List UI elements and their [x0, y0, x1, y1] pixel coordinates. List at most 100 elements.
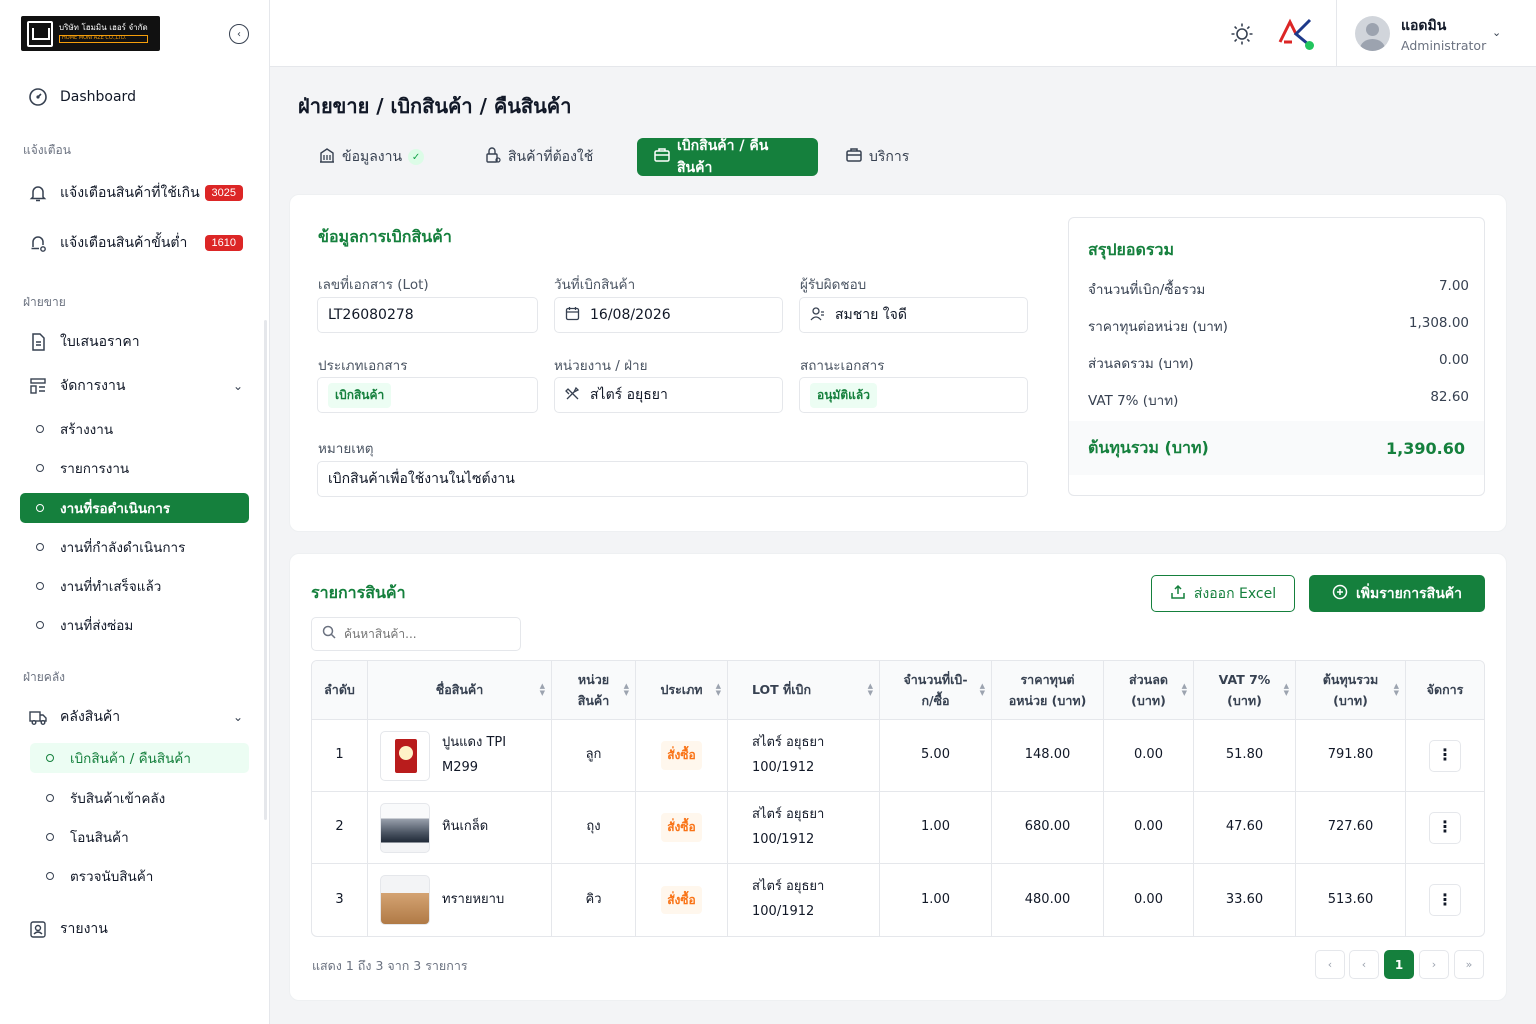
note-field[interactable]: เบิกสินค้าเพื่อใช้งานในไซต์งาน: [317, 461, 1028, 497]
sidebar-item-alert-min[interactable]: แจ้งเตือนสินค้าขั้นต่ำ 1610: [20, 227, 249, 259]
section-sales: ฝ่ายขาย: [23, 295, 66, 309]
sidebar-item-report[interactable]: รายงาน: [20, 913, 249, 945]
kebab-icon[interactable]: ⋮: [1429, 811, 1461, 844]
column-header[interactable]: VAT 7% (บาท) ▲ ▼: [1194, 661, 1296, 719]
sidebar-subitem-pending-jobs[interactable]: งานที่รอดำเนินการ: [20, 493, 249, 523]
sidebar-item-label: คลังสินค้า: [60, 709, 121, 725]
cell-actions: ⋮: [1406, 720, 1484, 791]
column-header[interactable]: ส่วนลด (บาท) ▲ ▼: [1104, 661, 1194, 719]
tab-label: บริการ: [869, 149, 910, 165]
field-value: 16/08/2026: [590, 307, 671, 323]
tab-job-info[interactable]: ข้อมูลงาน ✓: [302, 138, 440, 176]
cell-unit: ถุง: [552, 792, 636, 863]
bullet-icon: [36, 504, 44, 512]
product-name: หินเกล็ด: [442, 819, 489, 835]
sidebar-subitem-create-job[interactable]: สร้างงาน: [20, 414, 249, 444]
kebab-icon[interactable]: ⋮: [1429, 739, 1461, 772]
column-header[interactable]: LOT ที่เบิก ▲ ▼: [728, 661, 880, 719]
sidebar-scrollbar[interactable]: [264, 320, 267, 820]
bullet-icon: [46, 754, 54, 762]
cell-no: 1: [312, 720, 368, 791]
sidebar-subitem-repair-jobs[interactable]: งานที่ส่งซ่อม: [20, 610, 249, 640]
sidebar-item-dashboard[interactable]: Dashboard: [20, 81, 249, 113]
table-row[interactable]: 2 หินเกล็ด ถุง สั่งซื้อ สไตร์ อยุธยา 100/…: [312, 792, 1484, 864]
doctype-field[interactable]: เบิกสินค้า: [317, 377, 538, 413]
column-header[interactable]: ลำดับ: [312, 661, 368, 719]
cell-cost: 480.00: [992, 864, 1104, 936]
sidebar-item-manage-jobs[interactable]: จัดการงาน ⌄: [20, 370, 249, 402]
table-header: ลำดับ ชื่อสินค้า ▲ ▼ หน่วย สินค้า ▲ ▼ ประเภท ▲…: [312, 661, 1484, 720]
bullet-icon: [36, 543, 44, 551]
search-box[interactable]: [311, 617, 521, 651]
sidebar-subitem-in-progress-jobs[interactable]: งานที่กำลังดำเนินการ: [20, 532, 249, 562]
cell-product: หินเกล็ด: [368, 792, 552, 863]
chevron-down-icon: ⌄: [232, 710, 243, 724]
sidebar-item-label: Dashboard: [60, 89, 136, 105]
column-header[interactable]: ต้นทุนรวม (บาท) ▲ ▼: [1296, 661, 1406, 719]
tab-required-products[interactable]: สินค้าที่ต้องใช้: [468, 138, 609, 176]
sidebar-subitem-done-jobs[interactable]: งานที่ทำเสร็จแล้ว: [20, 571, 249, 601]
cell-total: 791.80: [1296, 720, 1406, 791]
sidebar-subitem-job-list[interactable]: รายการงาน: [20, 453, 249, 483]
cell-no: 2: [312, 792, 368, 863]
next-page-icon[interactable]: ›: [1419, 950, 1449, 979]
report-icon: [28, 919, 48, 939]
sidebar-subitem-receive[interactable]: รับสินค้าเข้าคลัง: [30, 783, 249, 813]
cell-cost: 148.00: [992, 720, 1104, 791]
owner-field[interactable]: สมชาย ใจดี: [799, 297, 1028, 333]
product-name-line2: M299: [442, 759, 479, 775]
kebab-icon[interactable]: ⋮: [1429, 884, 1461, 916]
field-label: ประเภทเอกสาร: [318, 358, 408, 374]
ak-brand-icon[interactable]: [1278, 18, 1314, 50]
sidebar-subitem-label: งานที่กำลังดำเนินการ: [60, 540, 186, 556]
section-warehouse: ฝ่ายคลัง: [23, 670, 66, 684]
column-header[interactable]: หน่วย สินค้า ▲ ▼: [552, 661, 636, 719]
column-header[interactable]: ชื่อสินค้า ▲ ▼: [368, 661, 552, 719]
dept-field[interactable]: สไตร์ อยุธยา: [554, 377, 783, 413]
user-menu-chevron-icon[interactable]: ⌄: [1492, 26, 1501, 39]
add-item-button[interactable]: เพิ่มรายการสินค้า: [1309, 575, 1485, 612]
field-label: วันที่เบิกสินค้า: [554, 277, 636, 293]
avatar[interactable]: [1355, 16, 1390, 51]
sun-icon[interactable]: [1230, 22, 1254, 46]
table-row[interactable]: 3 ทรายหยาบ คิว สั่งซื้อ สไตร์ อยุธยา 100/…: [312, 864, 1484, 936]
sort-icon[interactable]: ▲ ▼: [1284, 683, 1289, 697]
cell-vat: 33.60: [1194, 864, 1296, 936]
export-excel-button[interactable]: ส่งออก Excel: [1151, 575, 1295, 612]
tab-withdraw-return[interactable]: เบิกสินค้า / คืนสินค้า: [637, 138, 818, 176]
tab-service[interactable]: บริการ: [829, 138, 925, 176]
bell-settings-icon: [28, 233, 48, 253]
column-header[interactable]: จำนวนที่เบิ- ก/ซื้อ ▲ ▼: [880, 661, 992, 719]
sort-icon[interactable]: ▲ ▼: [540, 683, 545, 697]
collapse-sidebar-icon[interactable]: ‹: [229, 24, 249, 44]
sidebar-item-quotation[interactable]: ใบเสนอราคา: [20, 326, 249, 358]
sort-icon[interactable]: ▲ ▼: [1182, 683, 1187, 697]
sidebar-subitem-withdraw-return[interactable]: เบิกสินค้า / คืนสินค้า: [30, 743, 249, 773]
table-row[interactable]: 1 ปูนแดง TPI M299 ลูก สั่งซื้อ สไตร์ อยุธ…: [312, 720, 1484, 792]
sort-icon[interactable]: ▲ ▼: [624, 683, 629, 697]
status-field[interactable]: อนุมัติแล้ว: [799, 377, 1028, 413]
page-button[interactable]: 1: [1384, 950, 1414, 979]
alert-count-badge: 1610: [204, 235, 243, 251]
lot-field[interactable]: LT26080278: [317, 297, 538, 333]
sort-icon[interactable]: ▲ ▼: [868, 683, 873, 697]
search-input[interactable]: [344, 627, 504, 641]
prev-page-icon[interactable]: ‹: [1349, 950, 1379, 979]
lock-box-icon: [484, 146, 502, 168]
company-logo[interactable]: บริษัท โฮมมิน เฮอร์ จำกัด HOME MONI AZE …: [21, 16, 160, 51]
last-page-icon[interactable]: »: [1454, 950, 1484, 979]
date-field[interactable]: 16/08/2026: [554, 297, 783, 333]
sidebar-subitem-label: ตรวจนับสินค้า: [70, 869, 154, 885]
column-header[interactable]: ราคาทุนต่ อหน่วย (บาท): [992, 661, 1104, 719]
sort-icon[interactable]: ▲ ▼: [1394, 683, 1399, 697]
first-page-icon[interactable]: ‹: [1315, 950, 1345, 979]
sidebar-item-alert-overuse[interactable]: แจ้งเตือนสินค้าที่ใช้เกิน 3025: [20, 177, 249, 209]
sidebar: บริษัท โฮมมิน เฮอร์ จำกัด HOME MONI AZE …: [0, 0, 270, 1024]
sidebar-item-warehouse[interactable]: คลังสินค้า ⌄: [20, 701, 249, 733]
sort-icon[interactable]: ▲ ▼: [716, 683, 721, 697]
sort-icon[interactable]: ▲ ▼: [980, 683, 985, 697]
sidebar-subitem-stock-count[interactable]: ตรวจนับสินค้า: [30, 861, 249, 891]
sidebar-subitem-transfer[interactable]: โอนสินค้า: [30, 822, 249, 852]
bullet-icon: [36, 582, 44, 590]
column-header[interactable]: ประเภท ▲ ▼: [636, 661, 728, 719]
